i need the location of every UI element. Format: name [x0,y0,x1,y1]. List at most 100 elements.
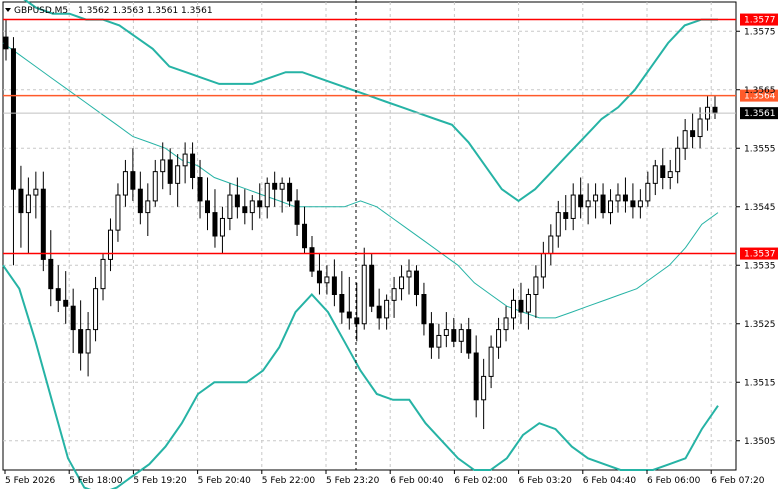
price-tick-label: 1.3525 [744,320,776,330]
candle-body-bear [309,247,315,272]
candle-body-bear [354,317,360,325]
time-tick-label: 6 Feb 04:40 [583,476,637,486]
candle-body-bear [70,305,76,331]
candle-body-bull [525,294,531,313]
time-tick-label: 6 Feb 06:00 [647,476,701,486]
candle-body-bear [578,194,584,208]
candle-body-bull [324,276,330,284]
time-tick-label: 6 Feb 07:20 [711,476,765,486]
candle-body-bull [100,258,106,290]
ohlc-label: 1.3562 1.3563 1.3561 1.3561 [78,6,213,16]
candle-body-bull [182,153,188,167]
time-tick-label: 6 Feb 03:20 [519,476,573,486]
candle-body-bull [384,299,390,319]
candle-body-bull [675,147,681,173]
candle-body-bear [130,171,136,190]
candle-body-bear [690,130,696,138]
symbol-label: GBPUSD,M5 [14,6,68,16]
time-tick-label: 5 Feb 19:20 [133,476,187,486]
candle-body-bear [234,194,240,208]
time-tick-label: 5 Feb 23:20 [326,476,380,486]
candle-body-bear [316,270,322,284]
candle-body-bull [122,171,128,196]
candle-body-bear [18,188,24,214]
candle-body-bear [413,270,419,296]
level-price-label: 1.3577 [744,16,776,26]
candle-body-bear [3,36,9,50]
bid-price-label: 1.3561 [744,109,776,119]
candle-body-bull [145,200,151,214]
candle-body-bull [585,200,591,208]
candle-body-bear [451,329,457,342]
candle-body-bull [458,329,464,342]
candle-body-bull [533,276,539,296]
candle-body-bear [376,305,382,319]
candle-body-bull [107,229,113,260]
candle-body-bear [302,223,308,249]
candle-body-bear [563,212,569,219]
candle-body-bull [399,276,405,290]
time-tick-label: 5 Feb 2026 [5,476,56,486]
candle-body-bull [33,188,39,196]
candle-body-bull [548,235,554,255]
candle-body-bear [600,194,606,214]
candle-body-bull [637,200,643,208]
candle-body-bear [630,200,636,208]
candle-body-bear [622,194,628,202]
candle-body-bull [279,182,285,190]
candle-body-bull [115,194,121,231]
candle-body-bear [205,200,211,214]
price-tick-label: 1.3565 [744,86,776,96]
time-tick-label: 5 Feb 18:00 [69,476,123,486]
price-chart[interactable]: 1.3577 1.3564 1.3537 1.3561 1.3575 1.3565 1.3… [0,0,781,493]
candle-body-bear [137,188,143,214]
candle-body-bear [197,177,203,202]
candle-body-bear [167,159,173,184]
candle-body-bull [391,288,397,301]
candle-body-bear [48,258,54,290]
candle-body-bull [682,130,688,149]
candle-body-bull [264,182,270,208]
price-tick-label: 1.3515 [744,378,776,388]
candle-body-bull [219,217,225,237]
price-tick-label: 1.3545 [744,203,776,213]
chart-header: GBPUSD,M5 1.3562 1.3563 1.3561 1.3561 [5,6,213,16]
candle-body-bear [55,288,61,301]
candle-body-bull [361,264,367,325]
level-price-label: 1.3537 [744,250,776,260]
candle-body-bear [421,294,427,325]
candle-body-bull [175,165,181,184]
candle-body-bear [660,165,666,179]
candle-body-bull [667,171,673,178]
candle-body-bull [443,329,449,336]
chart-canvas[interactable]: 1.35771.35641.35371.3561 1.35751.35651.3… [0,0,781,493]
candle-body-bull [85,329,91,354]
candle-body-bull [510,299,516,319]
candle-body-bull [645,182,651,202]
candle-body-bull [93,288,99,331]
candle-body-bear [294,200,300,225]
candle-body-bull [652,165,658,184]
candle-body-bull [481,375,487,401]
candle-body-bear [63,299,69,307]
candle-body-bear [242,206,248,214]
candle-body-bull [406,270,412,278]
candle-body-bull [555,212,561,237]
candle-body-bull [593,194,599,202]
price-tick-label: 1.3575 [744,27,776,37]
candle-body-bear [473,352,479,401]
candle-body-bear [40,188,46,260]
candle-body-bear [466,329,472,354]
candle-body-bull [540,253,546,278]
candle-body-bull [570,194,576,219]
candle-body-bear [78,329,84,354]
candle-body-bear [212,212,218,237]
price-tick-label: 1.3535 [744,261,776,271]
candle-body-bear [257,200,263,208]
candle-body-bear [272,182,278,190]
candle-body-bull [608,200,614,214]
candle-body-bull [227,194,233,219]
candle-body-bull [249,200,255,214]
price-tick-label: 1.3555 [744,144,776,154]
candle-body-bear [339,294,345,313]
